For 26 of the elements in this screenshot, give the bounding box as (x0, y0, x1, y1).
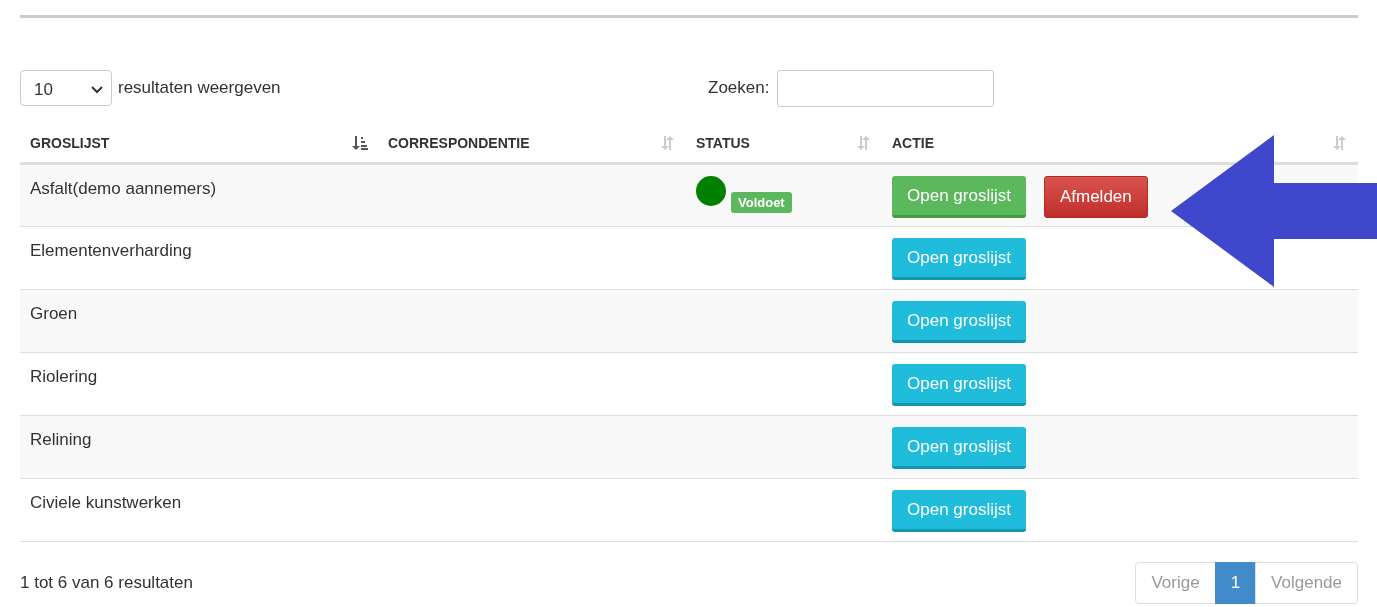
table-cell: Elementenverharding (30, 241, 192, 260)
search-label: Zoeken: (708, 78, 770, 98)
search-field[interactable] (777, 69, 995, 107)
deregister-button[interactable]: Afmelden (1043, 176, 1148, 218)
table-cell: Groen (30, 304, 78, 323)
page-size-label: resultaten weergeven (118, 78, 281, 98)
table-cell: Relining (30, 430, 92, 449)
page-size-select[interactable]: 10 (20, 70, 112, 106)
pagination-link[interactable]: Volgende (1255, 562, 1358, 604)
results-info: 1 tot 6 van 6 resultaten (20, 573, 193, 593)
sort-icon (856, 135, 872, 151)
open-button[interactable]: Open groslijst (892, 364, 1026, 406)
sort-ascending-icon (352, 135, 368, 151)
table-cell: Civiele kunstwerken (30, 493, 182, 512)
sort-icon (1332, 135, 1348, 151)
status-badge: Voldoet (731, 192, 792, 213)
sort-icon (660, 135, 676, 151)
open-button[interactable]: Open groslijst (892, 238, 1026, 280)
open-button[interactable]: Open groslijst (892, 490, 1026, 532)
open-button[interactable]: Open groslijst (892, 176, 1026, 218)
pagination-link[interactable]: 1 (1214, 562, 1257, 604)
open-button[interactable]: Open groslijst (892, 427, 1026, 469)
open-button[interactable]: Open groslijst (892, 301, 1026, 343)
table-cell: Riolering (30, 367, 98, 386)
table-cell: Asfalt(demo aannemers) (30, 179, 217, 198)
chevron-down-icon (91, 86, 103, 94)
